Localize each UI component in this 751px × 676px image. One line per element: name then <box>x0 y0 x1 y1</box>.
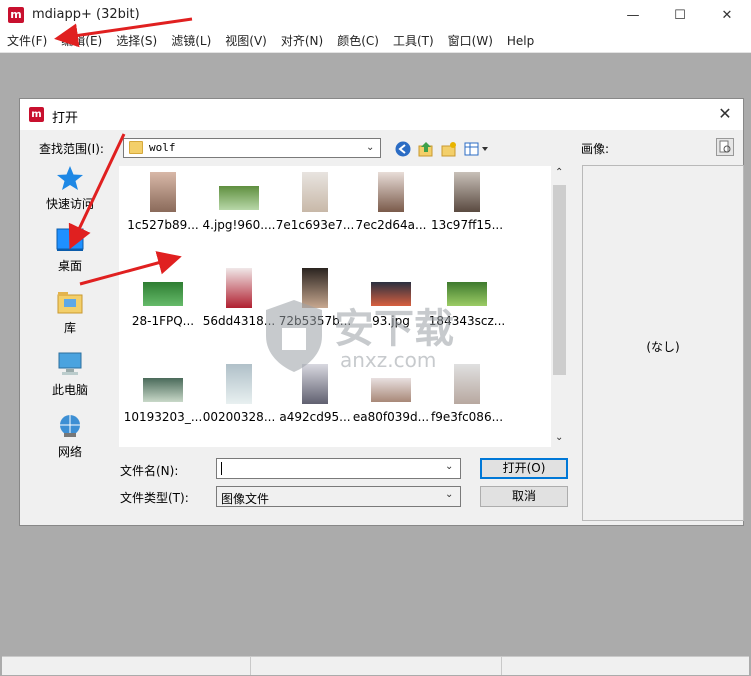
look-in-value: wolf <box>149 141 176 154</box>
dialog-close-button[interactable]: ✕ <box>714 104 736 124</box>
file-thumbnail <box>302 172 328 212</box>
cancel-button[interactable]: 取消 <box>480 486 568 507</box>
place-network[interactable]: 网络 <box>26 407 114 467</box>
look-in-combo[interactable]: wolf ⌄ <box>123 138 381 158</box>
menu-item[interactable]: 选择(S) <box>109 30 164 52</box>
view-menu-icon[interactable] <box>464 141 492 157</box>
file-item[interactable]: 7ec2d64a... <box>353 166 429 236</box>
file-item[interactable]: 1c527b89... <box>125 166 201 236</box>
filename-label: 文件名(N): <box>120 464 179 478</box>
place-library[interactable]: 库 <box>26 283 114 343</box>
menu-item[interactable]: 颜色(C) <box>330 30 386 52</box>
file-item[interactable]: 4.jpg!960.... <box>201 166 277 236</box>
back-icon[interactable] <box>395 141 411 157</box>
chevron-down-icon: ⌄ <box>445 461 454 472</box>
look-in-label: 查找范围(I): <box>39 142 104 156</box>
menu-item[interactable]: 滤镜(L) <box>164 30 218 52</box>
window-titlebar: m mdiapp+ (32bit) — ☐ ✕ <box>0 0 751 30</box>
place-label: 桌面 <box>57 259 82 273</box>
file-item[interactable]: 10193203_... <box>124 358 202 428</box>
file-name: 7ec2d64a... <box>355 218 427 232</box>
desktop-icon <box>56 227 84 253</box>
file-thumbnail <box>143 282 183 306</box>
filetype-label: 文件类型(T): <box>120 491 189 505</box>
open-button[interactable]: 打开(O) <box>480 458 568 479</box>
file-name: 1c527b89... <box>127 218 199 232</box>
chevron-down-icon: ⌄ <box>366 142 375 153</box>
watermark: 安下载 anxz.com <box>262 292 522 382</box>
status-segment <box>251 657 502 675</box>
file-item[interactable]: 13c97ff15... <box>429 166 505 236</box>
menu-item[interactable]: 窗口(W) <box>441 30 500 52</box>
file-thumbnail <box>226 268 252 308</box>
menu-item[interactable]: 对齐(N) <box>274 30 330 52</box>
place-label: 网络 <box>57 445 82 459</box>
preview-empty-text: (なし) <box>646 340 680 354</box>
places-bar: 快速访问桌面库此电脑网络 <box>26 159 114 459</box>
star-icon <box>56 165 84 191</box>
place-desktop[interactable]: 桌面 <box>26 221 114 281</box>
file-name: 4.jpg!960.... <box>202 218 276 232</box>
filetype-select[interactable]: 图像文件 ⌄ <box>216 486 461 507</box>
up-folder-icon[interactable] <box>418 141 434 157</box>
file-name: 7e1c693e7... <box>275 218 355 232</box>
file-item[interactable]: 28-1FPQ... <box>125 262 201 332</box>
filetype-value: 图像文件 <box>221 492 270 506</box>
preview-pane: (なし) <box>582 165 744 521</box>
file-item[interactable]: 7e1c693e7... <box>276 166 354 236</box>
library-icon <box>56 289 84 315</box>
place-label: 快速访问 <box>45 197 94 211</box>
file-name: ea80f039d... <box>352 410 430 424</box>
folder-icon <box>129 141 143 154</box>
dialog-logo-icon: m <box>29 107 44 122</box>
computer-icon <box>56 351 84 377</box>
menubar: 文件(F) 编辑(E) 选择(S) 滤镜(L) 视图(V) 对齐(N) 颜色(C) 工具(T)… <box>0 30 751 53</box>
file-thumbnail <box>219 186 259 210</box>
file-name: 28-1FPQ... <box>131 314 195 328</box>
file-thumbnail <box>150 172 176 212</box>
filename-input[interactable]: ⌄ <box>216 458 461 479</box>
new-folder-icon[interactable] <box>441 141 457 157</box>
place-label: 库 <box>63 321 76 335</box>
file-name: a492cd95... <box>279 410 351 424</box>
file-name: f9e3fc086... <box>430 410 504 424</box>
dialog-title: 打开 <box>52 111 79 126</box>
menu-item[interactable]: 编辑(E) <box>54 30 109 52</box>
scroll-down-icon[interactable]: ⌄ <box>555 432 563 443</box>
menu-item[interactable]: 视图(V) <box>218 30 274 52</box>
text-cursor <box>221 462 222 475</box>
maximize-button[interactable]: ☐ <box>657 0 703 30</box>
window-title: mdiapp+ (32bit) <box>32 7 140 22</box>
preview-toggle-icon[interactable] <box>716 138 734 156</box>
scrollbar-thumb[interactable] <box>553 185 566 375</box>
preview-label: 画像: <box>581 142 610 156</box>
app-logo-icon: m <box>8 7 24 23</box>
menu-item[interactable]: Help <box>500 30 541 52</box>
close-button[interactable]: ✕ <box>704 0 750 30</box>
status-segment <box>2 657 251 675</box>
file-thumbnail <box>143 378 183 402</box>
status-bar <box>2 656 749 675</box>
place-star[interactable]: 快速访问 <box>26 159 114 219</box>
scroll-up-icon[interactable]: ⌃ <box>555 167 563 178</box>
file-name: 13c97ff15... <box>430 218 504 232</box>
file-thumbnail <box>226 364 252 404</box>
place-computer[interactable]: 此电脑 <box>26 345 114 405</box>
watermark-cn: 安下载 <box>334 306 454 352</box>
watermark-en: anxz.com <box>340 348 437 372</box>
minimize-button[interactable]: — <box>610 0 656 30</box>
chevron-down-icon: ⌄ <box>445 489 454 500</box>
menu-item[interactable]: 工具(T) <box>386 30 441 52</box>
file-name: 10193203_... <box>123 410 203 424</box>
network-icon <box>56 413 84 439</box>
shield-icon <box>266 300 322 372</box>
place-label: 此电脑 <box>51 383 88 397</box>
menu-item[interactable]: 文件(F) <box>0 30 54 52</box>
file-name: 00200328... <box>202 410 276 424</box>
file-thumbnail <box>378 172 404 212</box>
file-thumbnail <box>454 172 480 212</box>
dialog-titlebar: m 打开 ✕ <box>20 99 743 130</box>
